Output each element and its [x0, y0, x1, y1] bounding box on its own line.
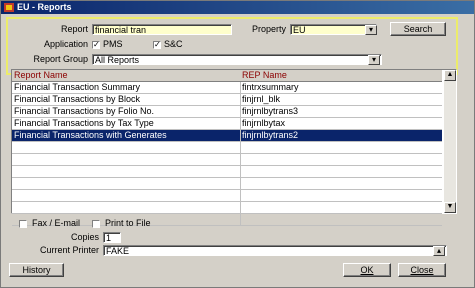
report-grid: Report Name REP Name Financial Transacti… [11, 69, 457, 226]
cell-rep-name: finjrnlbytrans3 [242, 106, 299, 116]
close-button[interactable]: Close [398, 263, 446, 277]
table-row-empty[interactable] [12, 142, 442, 154]
current-printer-input[interactable]: FAKE [103, 245, 447, 256]
cell-report-name: Financial Transactions by Folio No. [14, 106, 155, 116]
copies-label: Copies [70, 232, 99, 242]
title-bar[interactable]: EU - Reports [1, 1, 474, 14]
report-label: Report [60, 24, 88, 34]
column-divider [240, 154, 241, 165]
column-divider [240, 190, 241, 201]
column-divider [240, 82, 241, 93]
grid-header: Report Name REP Name [12, 70, 442, 82]
column-divider [240, 94, 241, 105]
filter-panel: Report financial tran Property EU ▾ Sear… [6, 17, 458, 75]
app-icon [4, 3, 14, 12]
print-to-file-label: Print to File [105, 218, 151, 228]
cell-rep-name: finjrnlbytrans2 [242, 130, 299, 140]
property-label: Property [251, 24, 286, 34]
window-title: EU - Reports [17, 2, 72, 12]
application-label: Application [43, 39, 88, 49]
scroll-down-icon[interactable]: ▼ [444, 202, 456, 213]
table-row-empty[interactable] [12, 154, 442, 166]
column-divider [240, 166, 241, 177]
column-divider [240, 118, 241, 129]
col-header-rep-name[interactable]: REP Name [242, 70, 287, 81]
table-row[interactable]: Financial Transactions by Block finjrnl_b… [12, 94, 442, 106]
cell-report-name: Financial Transactions by Tax Type [14, 118, 154, 128]
cell-rep-name: finjrnlbytax [242, 118, 286, 128]
table-row-empty[interactable] [12, 178, 442, 190]
pms-label: PMS [103, 39, 123, 49]
column-divider [240, 178, 241, 189]
report-group-select[interactable]: All Reports [92, 54, 382, 65]
property-input[interactable]: EU [290, 24, 377, 35]
ok-button[interactable]: OK [343, 263, 391, 277]
vertical-scrollbar[interactable]: ▲ ▼ [444, 70, 456, 213]
search-button[interactable]: Search [390, 22, 446, 36]
cell-report-name: Financial Transactions with Generates [14, 130, 167, 140]
pms-checkbox[interactable]: ✓ [92, 41, 100, 49]
cell-report-name: Financial Transaction Summary [14, 82, 141, 92]
grid-rows: Financial Transaction Summary fintrxsumma… [12, 82, 442, 226]
column-divider [240, 130, 241, 141]
table-row[interactable]: Financial Transactions by Folio No. finjr… [12, 106, 442, 118]
column-divider [240, 202, 241, 213]
current-printer-label: Current Printer [39, 245, 99, 255]
cell-report-name: Financial Transactions by Block [14, 94, 141, 104]
table-row-empty[interactable] [12, 190, 442, 202]
print-to-file-checkbox[interactable] [92, 220, 100, 228]
report-input[interactable]: financial tran [92, 24, 232, 35]
sc-checkbox[interactable]: ✓ [153, 41, 161, 49]
property-dropdown-icon[interactable]: ▾ [365, 25, 377, 35]
reports-window: EU - Reports Report financial tran Prope… [0, 0, 475, 288]
cell-rep-name: fintrxsummary [242, 82, 299, 92]
cell-rep-name: finjrnl_blk [242, 94, 281, 104]
column-divider [240, 106, 241, 117]
report-group-label: Report Group [33, 54, 88, 64]
table-row[interactable]: Financial Transactions with Generates fin… [12, 130, 442, 142]
report-group-dropdown-icon[interactable]: ▾ [368, 55, 380, 65]
copies-input[interactable]: 1 [103, 232, 121, 243]
table-row-empty[interactable] [12, 166, 442, 178]
col-header-report-name[interactable]: Report Name [14, 70, 68, 81]
history-button[interactable]: History [9, 263, 64, 277]
fax-email-label: Fax / E-mail [32, 218, 81, 228]
table-row[interactable]: Financial Transaction Summary fintrxsumma… [12, 82, 442, 94]
column-divider [240, 214, 241, 225]
table-row[interactable]: Financial Transactions by Tax Type finjrn… [12, 118, 442, 130]
table-row-empty[interactable] [12, 202, 442, 214]
current-printer-dropdown-icon[interactable]: ▴ [433, 246, 445, 256]
column-divider [240, 142, 241, 153]
fax-email-checkbox[interactable] [19, 220, 27, 228]
sc-label: S&C [164, 39, 183, 49]
scroll-up-icon[interactable]: ▲ [444, 70, 456, 81]
